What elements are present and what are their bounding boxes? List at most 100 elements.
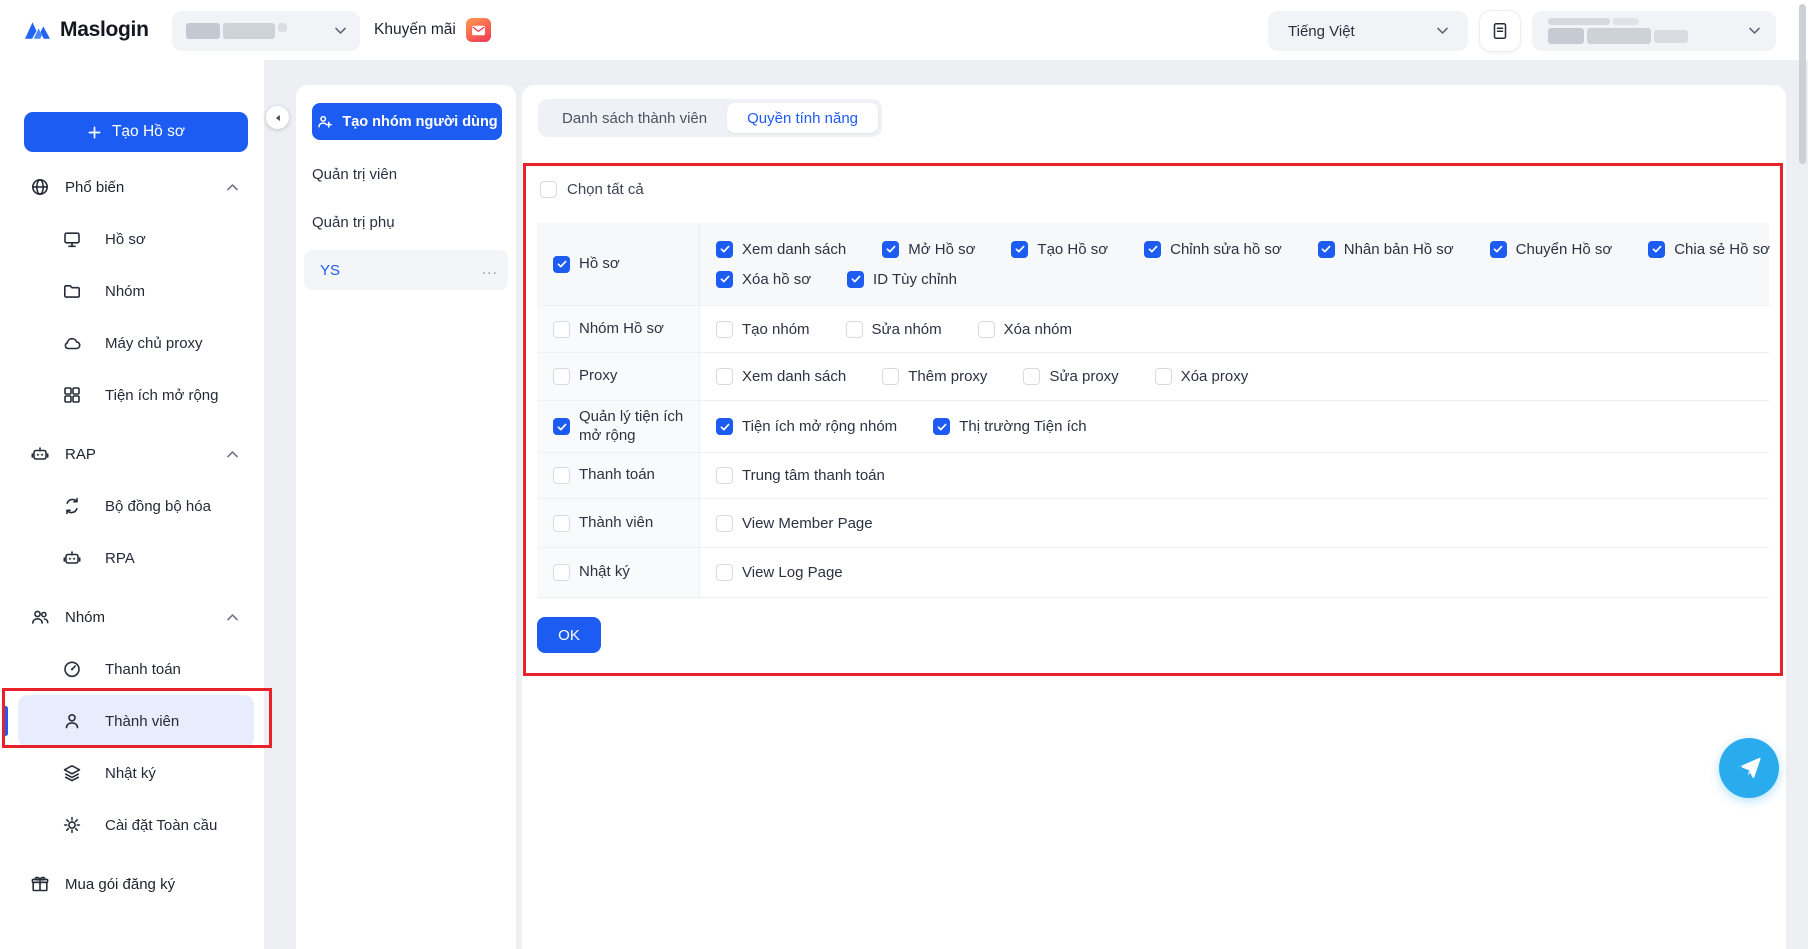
- checkbox[interactable]: [553, 467, 570, 484]
- permission-item[interactable]: Sửa proxy: [1023, 368, 1119, 385]
- sidebar-item-ho-so[interactable]: Hồ sơ: [0, 213, 264, 265]
- language-selector-dropdown[interactable]: Tiếng Việt: [1268, 11, 1468, 51]
- checkbox[interactable]: [716, 514, 733, 532]
- brand-logo[interactable]: Maslogin: [24, 0, 149, 60]
- monitor-icon: [62, 229, 82, 249]
- more-options-icon[interactable]: ...: [482, 262, 498, 278]
- checkbox[interactable]: [1144, 240, 1162, 258]
- permission-item[interactable]: Chỉnh sửa hồ sơ: [1144, 240, 1282, 258]
- create-user-group-button[interactable]: Tạo nhóm người dùng: [312, 103, 502, 140]
- promo-link[interactable]: Khuyến mãi: [374, 0, 491, 60]
- permission-item[interactable]: Xem danh sách: [716, 240, 846, 258]
- sidebar-section-rap[interactable]: RAP: [0, 428, 264, 480]
- checkbox[interactable]: [553, 564, 570, 581]
- checkbox[interactable]: [716, 320, 733, 338]
- checkbox[interactable]: [553, 514, 570, 532]
- permission-item[interactable]: View Log Page: [716, 564, 843, 581]
- docs-button[interactable]: [1479, 10, 1521, 52]
- permission-item[interactable]: Nhân bản Hồ sơ: [1317, 240, 1454, 258]
- row-header-cell[interactable]: Thanh toán: [537, 453, 700, 498]
- checkbox[interactable]: [977, 320, 995, 338]
- checkbox[interactable]: [716, 240, 733, 258]
- select-all-row[interactable]: Chọn tất cả: [540, 181, 644, 198]
- table-row-ho-so: Hồ sơ Xem danh sách Mở Hồ sơ Tạo Hồ sơ C…: [537, 223, 1770, 305]
- checkbox[interactable]: [845, 320, 863, 338]
- sidebar-section-nhom[interactable]: Nhóm: [0, 591, 264, 643]
- group-item-quan-tri-phu[interactable]: Quản trị phụ: [296, 198, 516, 246]
- row-header-cell[interactable]: Hồ sơ: [537, 223, 700, 305]
- permission-item[interactable]: Chuyển Hồ sơ: [1489, 240, 1612, 258]
- chevron-down-icon: [335, 27, 346, 35]
- checkbox[interactable]: [553, 418, 570, 435]
- permission-item[interactable]: Tạo Hồ sơ: [1011, 240, 1108, 258]
- table-row-proxy: Proxy Xem danh sách Thêm proxy Sửa proxy…: [537, 352, 1769, 400]
- checkbox[interactable]: [1023, 368, 1041, 385]
- checkbox[interactable]: [1648, 240, 1666, 258]
- checkbox[interactable]: [882, 240, 900, 258]
- sidebar-item-thanh-toan[interactable]: Thanh toán: [0, 643, 264, 695]
- checkbox[interactable]: [716, 368, 733, 385]
- sidebar-item-cai-dat-toan-cau[interactable]: Cài đặt Toàn cầu: [0, 799, 264, 851]
- team-selector-dropdown[interactable]: [172, 11, 360, 51]
- language-value: Tiếng Việt: [1288, 22, 1355, 40]
- ok-button[interactable]: OK: [537, 617, 601, 653]
- sidebar-item-nhom[interactable]: Nhóm: [0, 265, 264, 317]
- checkbox[interactable]: [716, 418, 733, 435]
- checkbox[interactable]: [847, 270, 865, 288]
- sidebar-item-nhat-ky[interactable]: Nhật ký: [0, 747, 264, 799]
- checkbox[interactable]: [540, 181, 557, 198]
- row-header-cell[interactable]: Proxy: [537, 353, 700, 400]
- page-scrollbar[interactable]: [1799, 4, 1806, 164]
- account-dropdown[interactable]: [1532, 11, 1776, 51]
- sidebar-item-mua-goi-dang-ky[interactable]: Mua gói đăng ký: [0, 858, 264, 910]
- permission-item[interactable]: Xóa nhóm: [977, 320, 1072, 338]
- checkbox[interactable]: [1489, 240, 1507, 258]
- row-header-cell[interactable]: Nhóm Hồ sơ: [537, 306, 700, 352]
- row-header-cell[interactable]: Nhật ký: [537, 548, 700, 597]
- checkbox[interactable]: [1154, 368, 1172, 385]
- checkbox[interactable]: [933, 418, 951, 435]
- sidebar-item-tien-ich-mo-rong[interactable]: Tiện ích mở rộng: [0, 369, 264, 421]
- checkbox[interactable]: [882, 368, 900, 385]
- masked-team-name: [186, 23, 287, 39]
- person-plus-icon: [316, 113, 334, 131]
- checkbox[interactable]: [716, 564, 733, 581]
- collapse-panel-button[interactable]: [266, 106, 289, 129]
- checkbox[interactable]: [553, 368, 570, 385]
- checkbox[interactable]: [716, 270, 733, 288]
- checkbox[interactable]: [1011, 240, 1029, 258]
- tab-danh-sach-thanh-vien[interactable]: Danh sách thành viên: [542, 103, 727, 133]
- group-item-quan-tri-vien[interactable]: Quản trị viên: [296, 150, 516, 198]
- permission-item[interactable]: Chia sẻ Hồ sơ: [1648, 240, 1770, 258]
- permission-item[interactable]: Sửa nhóm: [845, 320, 942, 338]
- permission-item[interactable]: View Member Page: [716, 514, 873, 532]
- sidebar-item-bo-dong-bo-hoa[interactable]: Bộ đồng bộ hóa: [0, 480, 264, 532]
- checkbox[interactable]: [553, 255, 570, 273]
- sidebar-item-thanh-vien[interactable]: Thành viên: [3, 695, 254, 747]
- permission-item[interactable]: Tạo nhóm: [716, 320, 810, 338]
- row-header-cell[interactable]: Thành viên: [537, 499, 700, 547]
- checkbox[interactable]: [716, 467, 733, 484]
- group-item-ys[interactable]: YS ...: [304, 250, 508, 290]
- tab-quyen-tinh-nang[interactable]: Quyền tính năng: [727, 103, 879, 133]
- checkbox[interactable]: [553, 320, 570, 338]
- sidebar-item-may-chu-proxy[interactable]: Máy chủ proxy: [0, 317, 264, 369]
- permission-item[interactable]: Xóa proxy: [1154, 368, 1248, 385]
- telegram-button[interactable]: [1719, 738, 1779, 798]
- sidebar-section-pho-bien[interactable]: Phổ biến: [0, 161, 264, 213]
- permission-item[interactable]: Xem danh sách: [716, 368, 846, 385]
- gear-icon: [62, 815, 82, 835]
- permission-item[interactable]: Mở Hồ sơ: [882, 240, 975, 258]
- sidebar-item-rpa[interactable]: RPA: [0, 532, 264, 584]
- permission-item[interactable]: Xóa hồ sơ: [716, 270, 811, 288]
- row-header-cell[interactable]: Quản lý tiện ích mở rộng: [537, 401, 700, 452]
- robot-icon: [30, 444, 50, 464]
- create-profile-button[interactable]: Tạo Hồ sơ: [24, 112, 248, 152]
- permission-item[interactable]: Thị trường Tiện ích: [933, 418, 1087, 435]
- checkbox[interactable]: [1317, 240, 1335, 258]
- permission-item[interactable]: Tiện ích mở rộng nhóm: [716, 418, 897, 435]
- permission-item[interactable]: Thêm proxy: [882, 368, 987, 385]
- permission-item[interactable]: ID Tùy chỉnh: [847, 270, 957, 288]
- promo-label: Khuyến mãi: [374, 21, 456, 38]
- permission-item[interactable]: Trung tâm thanh toán: [716, 467, 885, 484]
